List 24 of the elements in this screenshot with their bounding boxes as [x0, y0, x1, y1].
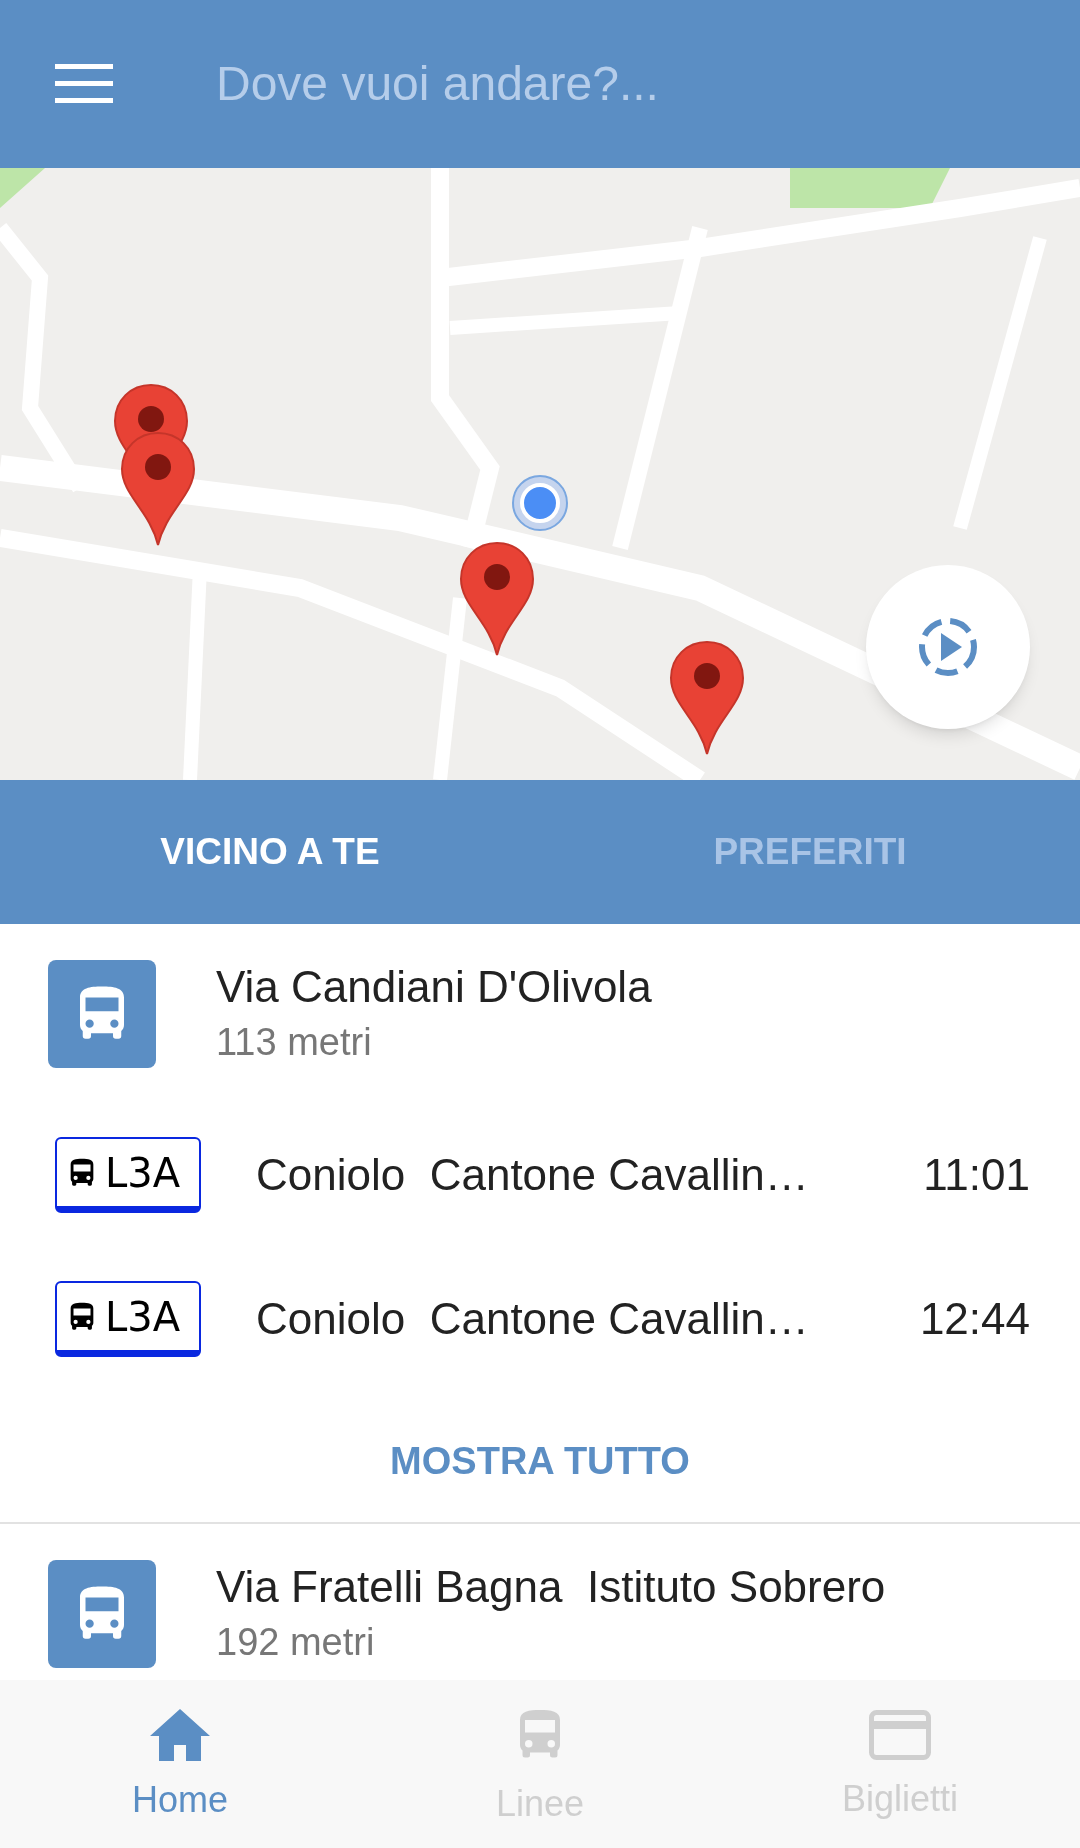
- stop-distance: 192 metri: [216, 1620, 376, 1665]
- stop-distance: 113 metri: [216, 1020, 373, 1065]
- map-pins-drawing[interactable]: [113, 383, 197, 547]
- departure-time: 12:44: [919, 1293, 1030, 1345]
- map-pin-icon[interactable]: [669, 640, 745, 756]
- play-icon: [916, 615, 980, 679]
- map-pin-icon[interactable]: [459, 541, 535, 657]
- line-number: L3A: [105, 1152, 181, 1193]
- stop-name: Via Candiani D'Olivola: [216, 961, 652, 1013]
- departure-time: 11:01: [923, 1149, 1030, 1201]
- home-icon: [150, 1709, 210, 1761]
- destination: Coniolo Cantone Cavallin…: [256, 1149, 810, 1201]
- tab[interactable]: PREFERITI: [540, 780, 1080, 924]
- search-field[interactable]: Dove vuoi andare?...: [216, 48, 976, 120]
- tab[interactable]: VICINO A TE: [0, 780, 540, 924]
- nav-item[interactable]: Home: [0, 1680, 360, 1848]
- search-bar[interactable]: Dove vuoi andare?...: [0, 0, 1080, 168]
- stop-name: Via Fratelli Bagna Istituto Sobrero: [216, 1561, 886, 1613]
- location-dot-icon: [511, 474, 569, 532]
- destination: Coniolo Cantone Cavallin…: [256, 1293, 810, 1345]
- menu-icon: [55, 64, 113, 104]
- show-all-button[interactable]: MOSTRA TUTTO: [380, 1423, 700, 1500]
- line-number: L3A: [105, 1296, 181, 1337]
- card-icon: [869, 1710, 931, 1760]
